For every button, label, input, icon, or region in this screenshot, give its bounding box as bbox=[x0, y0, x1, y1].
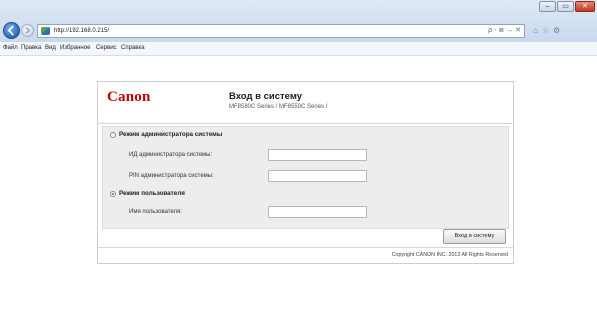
browser-menubar: Файл Правка Вид Избранное Сервис Справка bbox=[0, 42, 597, 56]
username-input[interactable] bbox=[268, 206, 367, 218]
forward-arrow-icon bbox=[25, 27, 31, 34]
minimize-button[interactable]: – bbox=[539, 1, 556, 12]
back-arrow-icon bbox=[7, 25, 14, 36]
browser-toolbar-icons[interactable]: ⌂☆⚙ bbox=[533, 25, 595, 37]
user-mode-radio[interactable] bbox=[110, 191, 116, 197]
footer-divider bbox=[98, 247, 513, 248]
forward-button[interactable] bbox=[21, 24, 34, 37]
menu-tools[interactable]: Сервис bbox=[96, 42, 117, 55]
menu-favorites[interactable]: Избранное bbox=[60, 42, 90, 55]
admin-mode-radio[interactable] bbox=[110, 132, 116, 138]
admin-mode-label[interactable]: Режим администратора системы bbox=[119, 131, 222, 138]
login-header: Canon Вход в систему MF8580C Series / MF… bbox=[98, 82, 513, 124]
login-form: Режим администратора системы ИД админист… bbox=[102, 126, 509, 229]
copyright-text: Copyright CANON INC. 2013 All Rights Res… bbox=[391, 252, 508, 258]
username-label: Имя пользователя: bbox=[129, 209, 183, 215]
page-title: Вход в систему bbox=[229, 91, 303, 102]
address-bar[interactable]: http://192.168.0.215/ ρ - ≣ → ✕ bbox=[37, 24, 525, 38]
site-favicon-icon bbox=[41, 27, 50, 35]
device-series: MF8580C Series / MF8550C Series / bbox=[229, 104, 328, 110]
admin-pin-input[interactable] bbox=[268, 170, 367, 182]
menu-view[interactable]: Вид bbox=[45, 42, 56, 55]
url-text[interactable]: http://192.168.0.215/ bbox=[54, 25, 109, 37]
admin-id-label: ИД администратора системы: bbox=[129, 152, 213, 158]
maximize-button[interactable]: ▭ bbox=[557, 1, 574, 12]
admin-pin-label: PIN администратора системы: bbox=[129, 173, 214, 179]
user-mode-label[interactable]: Режим пользователя bbox=[119, 190, 185, 197]
close-window-button[interactable]: ✕ bbox=[575, 1, 595, 12]
login-button[interactable]: Вход в систему bbox=[443, 229, 506, 244]
admin-id-input[interactable] bbox=[268, 149, 367, 161]
address-bar-tools[interactable]: ρ - ≣ → ✕ bbox=[488, 25, 521, 37]
menu-edit[interactable]: Правка bbox=[21, 42, 41, 55]
login-card: Canon Вход в систему MF8580C Series / MF… bbox=[97, 81, 514, 264]
browser-titlebar: – ▭ ✕ http://192.168.0.215/ ρ - ≣ → ✕ ⌂☆… bbox=[0, 0, 597, 43]
canon-logo: Canon bbox=[107, 89, 151, 105]
menu-help[interactable]: Справка bbox=[121, 42, 145, 55]
menu-file[interactable]: Файл bbox=[3, 42, 18, 55]
back-button[interactable] bbox=[3, 22, 20, 39]
